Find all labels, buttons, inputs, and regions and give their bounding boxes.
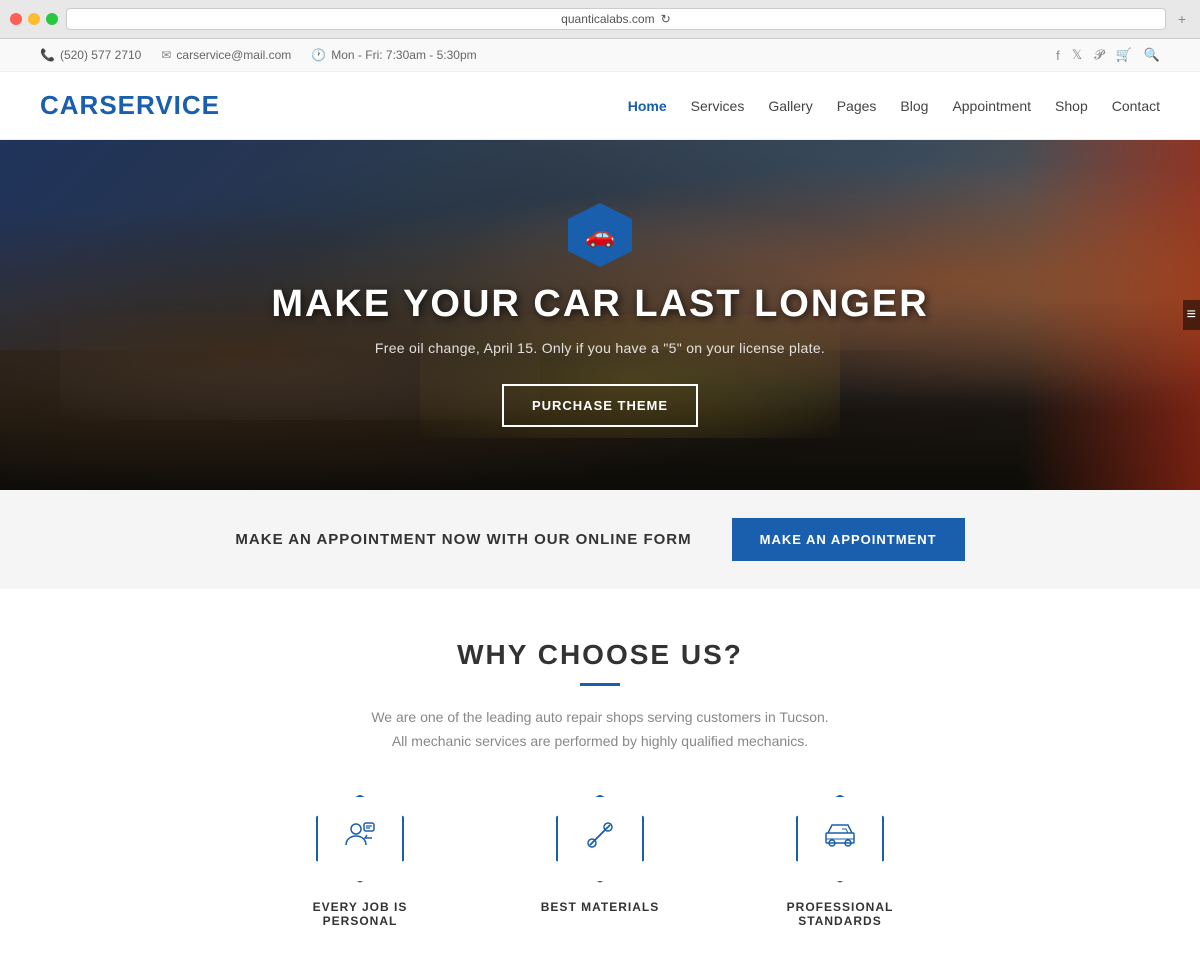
email-address: carservice@mail.com — [176, 48, 291, 62]
appointment-banner: MAKE AN APPOINTMENT NOW WITH OUR ONLINE … — [0, 490, 1200, 589]
maximize-button[interactable] — [46, 13, 58, 25]
address-bar[interactable]: quanticalabs.com ↻ — [66, 8, 1166, 30]
feature-hex-materials — [555, 794, 645, 884]
why-title: WHY CHOOSE US? — [40, 639, 1160, 671]
hero-title: MAKE YOUR CAR LAST LONGER — [271, 283, 928, 326]
minimize-button[interactable] — [28, 13, 40, 25]
feature-hexagon-standards — [796, 795, 884, 883]
phone-number: (520) 577 2710 — [60, 48, 141, 62]
nav-gallery[interactable]: Gallery — [768, 98, 812, 114]
new-tab-icon[interactable]: + — [1174, 9, 1190, 29]
nav-home[interactable]: Home — [628, 98, 667, 114]
feature-hexagon-materials — [556, 795, 644, 883]
clock-icon: 🕐 — [311, 48, 326, 62]
why-desc-line1: We are one of the leading auto repair sh… — [371, 709, 828, 725]
hero-content: 🚗 MAKE YOUR CAR LAST LONGER Free oil cha… — [271, 203, 928, 427]
phone-item: 📞 (520) 577 2710 — [40, 48, 141, 62]
car-icon: 🚗 — [585, 221, 615, 250]
nav-shop[interactable]: Shop — [1055, 98, 1088, 114]
close-button[interactable] — [10, 13, 22, 25]
feature-standards: PROFESSIONAL STANDARDS — [760, 794, 920, 928]
feature-materials-label: BEST MATERIALS — [541, 900, 659, 914]
nav-blog[interactable]: Blog — [900, 98, 928, 114]
feature-hex-standards — [795, 794, 885, 884]
cart-icon[interactable]: 🛒 — [1116, 47, 1132, 63]
hero-subtitle: Free oil change, April 15. Only if you h… — [271, 340, 928, 356]
search-icon[interactable]: 🔍 — [1144, 47, 1160, 63]
reload-icon[interactable]: ↻ — [661, 12, 671, 26]
nav-contact[interactable]: Contact — [1112, 98, 1160, 114]
menu-bars-icon: ≡ — [1187, 306, 1196, 324]
nav-services[interactable]: Services — [691, 98, 745, 114]
top-bar-left: 📞 (520) 577 2710 ✉ carservice@mail.com 🕐… — [40, 48, 477, 62]
email-item: ✉ carservice@mail.com — [161, 48, 291, 62]
nav-pages[interactable]: Pages — [837, 98, 877, 114]
hero-section: 🚗 MAKE YOUR CAR LAST LONGER Free oil cha… — [0, 140, 1200, 490]
materials-icon — [582, 817, 618, 860]
hours-item: 🕐 Mon - Fri: 7:30am - 5:30pm — [311, 48, 476, 62]
side-control[interactable]: ≡ — [1183, 300, 1200, 330]
purchase-theme-button[interactable]: PURCHASE THEME — [502, 384, 698, 427]
url-text: quanticalabs.com — [561, 12, 654, 26]
nav-appointment[interactable]: Appointment — [952, 98, 1031, 114]
traffic-lights — [10, 13, 58, 25]
make-appointment-button[interactable]: MAKE AN APPOINTMENT — [732, 518, 965, 561]
features-row: EVERY JOB IS PERSONAL BEST MATERIALS — [40, 794, 1160, 948]
phone-icon: 📞 — [40, 48, 55, 62]
feature-materials: BEST MATERIALS — [520, 794, 680, 928]
standards-icon — [822, 817, 858, 860]
feature-personal-label: EVERY JOB IS PERSONAL — [280, 900, 440, 928]
browser-chrome: quanticalabs.com ↻ + — [0, 0, 1200, 39]
why-desc-line2: All mechanic services are performed by h… — [392, 733, 808, 749]
top-bar: 📞 (520) 577 2710 ✉ carservice@mail.com 🕐… — [0, 39, 1200, 72]
feature-personal: EVERY JOB IS PERSONAL — [280, 794, 440, 928]
feature-hex-personal — [315, 794, 405, 884]
why-underline — [580, 683, 620, 686]
logo[interactable]: CARSERVICE — [40, 90, 220, 121]
business-hours: Mon - Fri: 7:30am - 5:30pm — [331, 48, 476, 62]
hero-icon-wrapper: 🚗 — [271, 203, 928, 267]
appointment-banner-text: MAKE AN APPOINTMENT NOW WITH OUR ONLINE … — [235, 531, 691, 548]
why-description: We are one of the leading auto repair sh… — [40, 706, 1160, 754]
nav-links: Home Services Gallery Pages Blog Appoint… — [628, 98, 1160, 114]
hero-hexagon-icon: 🚗 — [568, 203, 632, 267]
pinterest-icon[interactable]: 𝓟 — [1094, 47, 1103, 63]
why-section: WHY CHOOSE US? We are one of the leading… — [0, 589, 1200, 978]
top-bar-right: f 𝕏 𝓟 🛒 🔍 — [1056, 47, 1160, 63]
facebook-icon[interactable]: f — [1056, 48, 1060, 63]
feature-hexagon-personal — [316, 795, 404, 883]
personal-icon — [342, 817, 378, 860]
twitter-icon[interactable]: 𝕏 — [1072, 47, 1082, 63]
email-icon: ✉ — [161, 48, 171, 62]
feature-standards-label: PROFESSIONAL STANDARDS — [760, 900, 920, 928]
navbar: CARSERVICE Home Services Gallery Pages B… — [0, 72, 1200, 140]
